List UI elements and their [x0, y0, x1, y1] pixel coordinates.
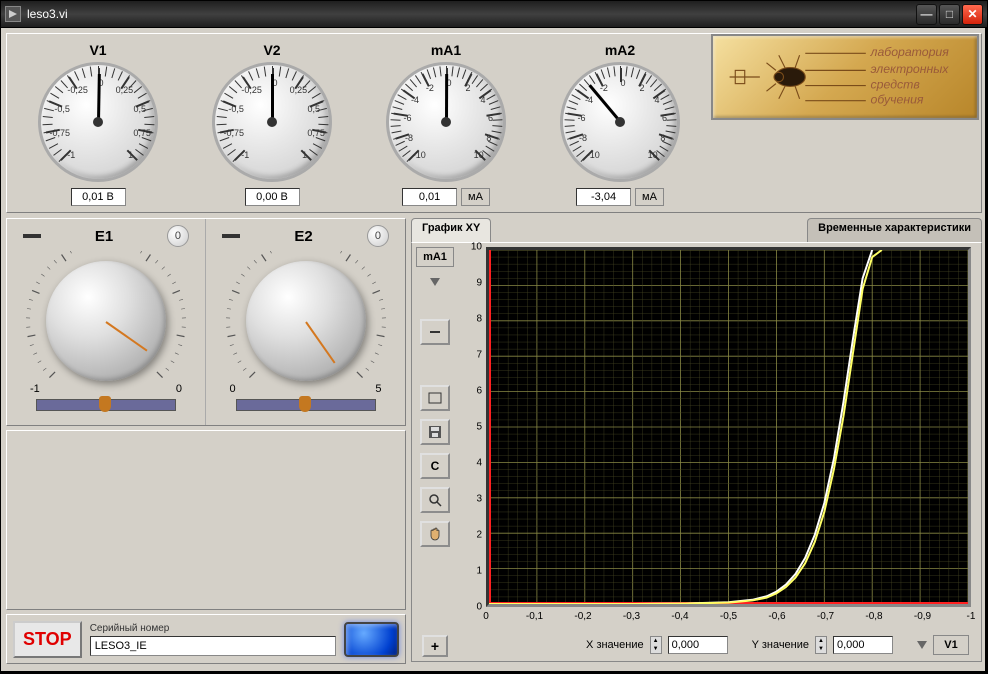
- gauge-label: mA1: [361, 42, 531, 58]
- knob-slider[interactable]: [236, 399, 376, 411]
- gauge-readout: 0,01 B: [71, 188, 126, 206]
- slider-thumb[interactable]: [99, 396, 111, 412]
- plot-area: 012345678910 0-0,1-0,2-0,3-0,4-0,5-0,6-0…: [460, 245, 973, 631]
- gauge-ma2: mA2 -10-8-6-4-20246810 -3,04 мА: [535, 42, 705, 206]
- gauge-readout: 0,01: [402, 188, 457, 206]
- knob-max: 0: [176, 383, 182, 395]
- knob-slider[interactable]: [36, 399, 176, 411]
- knob-max: 5: [375, 383, 381, 395]
- x-axis-selector[interactable]: V1: [933, 635, 969, 655]
- gauge-v1: V1 -1-0,75-0,5-0,2500,250,50,751 0,01 B: [13, 42, 183, 206]
- gauge-readout: -3,04: [576, 188, 631, 206]
- gauge-label: V1: [13, 42, 183, 58]
- svg-text:электронных: электронных: [871, 62, 950, 76]
- svg-text:обучения: обучения: [871, 92, 924, 106]
- chevron-down-icon[interactable]: [430, 278, 440, 286]
- save-button[interactable]: [420, 419, 450, 445]
- slider-thumb[interactable]: [299, 396, 311, 412]
- logo-plate: лаборатория электронных средств обучения: [711, 34, 979, 120]
- gauge-readout: 0,00 B: [245, 188, 300, 206]
- fit-button[interactable]: [420, 319, 450, 345]
- graph-tabs: График XY Временные характеристики: [411, 218, 982, 242]
- window-titlebar: leso3.vi — □ ✕: [0, 0, 988, 28]
- add-plot-button[interactable]: +: [422, 635, 448, 657]
- knob-dial[interactable]: [246, 261, 366, 381]
- y-stepper[interactable]: ▲▼: [815, 636, 827, 654]
- empty-panel: [6, 430, 406, 610]
- svg-text:средств: средств: [871, 77, 921, 91]
- gauge-v2: V2 -1-0,75-0,5-0,2500,250,50,751 0,00 B: [187, 42, 357, 206]
- knob-dial[interactable]: [46, 261, 166, 381]
- tab-xy[interactable]: График XY: [411, 218, 491, 242]
- stop-button[interactable]: STOP: [13, 621, 82, 658]
- status-led: [344, 622, 399, 657]
- gauge-face: -10-8-6-4-20246810: [386, 62, 506, 182]
- gauge-label: V2: [187, 42, 357, 58]
- x-axis-ticks: 0-0,1-0,2-0,3-0,4-0,5-0,6-0,7-0,8-0,9-1: [486, 609, 971, 631]
- gauge-face: -1-0,75-0,5-0,2500,250,50,751: [38, 62, 158, 182]
- maximize-button[interactable]: □: [939, 4, 960, 25]
- knob-pointer: [105, 321, 147, 351]
- serial-block: Серийный номер: [90, 623, 336, 656]
- chevron-down-icon[interactable]: [917, 641, 927, 649]
- graph-toolbar: mA1 C: [412, 243, 458, 661]
- gauge-unit[interactable]: мА: [461, 188, 490, 206]
- graph-body: mA1 C: [411, 242, 982, 662]
- main-panel: V1 -1-0,75-0,5-0,2500,250,50,751 0,01 B …: [0, 28, 986, 672]
- gauge-face: -1-0,75-0,5-0,2500,250,50,751: [212, 62, 332, 182]
- knob-e1: E1 0 -1 0: [7, 219, 206, 425]
- plot-canvas[interactable]: [486, 247, 971, 607]
- knob-indicator: 0: [367, 225, 389, 247]
- minimize-button[interactable]: —: [916, 4, 937, 25]
- knob-title: E2: [294, 228, 312, 245]
- serial-caption: Серийный номер: [90, 623, 336, 634]
- x-coord-input[interactable]: [668, 636, 728, 654]
- minus-icon: [23, 234, 41, 238]
- gauge-face: -10-8-6-4-20246810: [560, 62, 680, 182]
- app-icon: [5, 6, 21, 22]
- tab-time[interactable]: Временные характеристики: [807, 218, 982, 242]
- knob-panel: E1 0 -1 0 E2 0: [6, 218, 406, 426]
- window-title: leso3.vi: [27, 7, 914, 21]
- close-button[interactable]: ✕: [962, 4, 983, 25]
- clear-button[interactable]: C: [420, 453, 450, 479]
- y-axis-selector[interactable]: mA1: [416, 247, 454, 267]
- pan-button[interactable]: [420, 521, 450, 547]
- gauge-ma1: mA1 -10-8-6-4-20246810 0,01 мА: [361, 42, 531, 206]
- serial-input[interactable]: [90, 636, 336, 656]
- x-stepper[interactable]: ▲▼: [650, 636, 662, 654]
- y-coord-input[interactable]: [833, 636, 893, 654]
- svg-text:лаборатория: лаборатория: [870, 45, 950, 59]
- save-icon: [427, 424, 443, 440]
- hand-icon: [427, 526, 443, 542]
- plot-footer: X значение ▲▼ Y значение ▲▼ V1: [460, 631, 973, 659]
- minus-icon: [222, 234, 240, 238]
- zoom-button[interactable]: [420, 487, 450, 513]
- zoom-icon: [427, 492, 443, 508]
- y-axis-ticks: 012345678910: [460, 247, 484, 607]
- knob-e2: E2 0 0 5: [206, 219, 405, 425]
- knob-indicator: 0: [167, 225, 189, 247]
- rect-select-button[interactable]: [420, 385, 450, 411]
- status-panel: STOP Серийный номер: [6, 614, 406, 664]
- x-coord-label: X значение: [586, 639, 644, 651]
- knob-min: -1: [30, 383, 40, 395]
- y-coord-label: Y значение: [752, 639, 809, 651]
- knob-pointer: [305, 321, 335, 363]
- graph-area: График XY Временные характеристики mA1 C: [411, 218, 982, 664]
- knob-min: 0: [230, 383, 236, 395]
- gauge-unit[interactable]: мА: [635, 188, 664, 206]
- gauges-panel: V1 -1-0,75-0,5-0,2500,250,50,751 0,01 B …: [6, 33, 982, 213]
- knob-title: E1: [95, 228, 113, 245]
- gauge-label: mA2: [535, 42, 705, 58]
- plot-wrapper: 012345678910 0-0,1-0,2-0,3-0,4-0,5-0,6-0…: [458, 243, 981, 661]
